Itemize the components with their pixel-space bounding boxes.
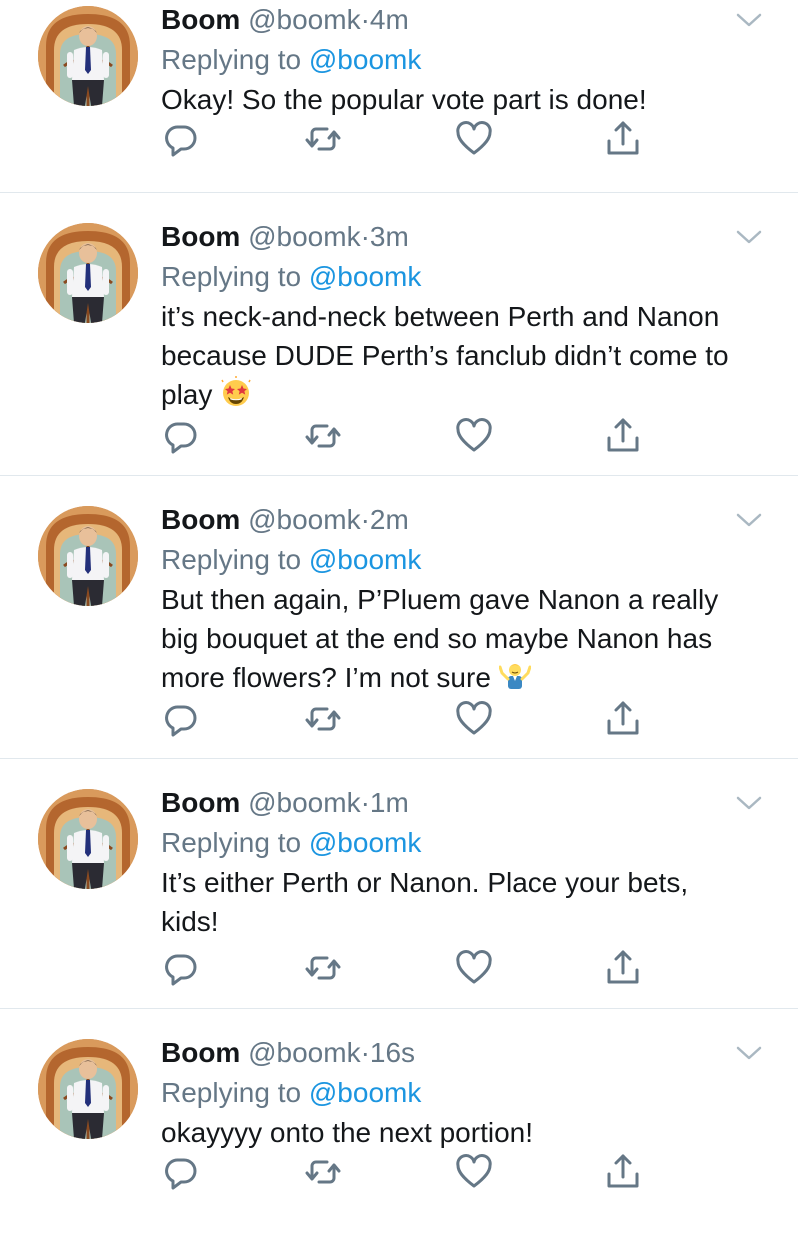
user-handle[interactable]: @boomk	[248, 4, 360, 35]
tweet-content: Boom @boomk·2m Replying to @boomk But th…	[161, 500, 758, 697]
tweet-header: Boom @boomk·2m	[161, 500, 758, 540]
tweet-content: Boom @boomk·4m Replying to @boomk Okay! …	[161, 0, 758, 119]
tweet-actions	[161, 416, 641, 456]
timestamp[interactable]: 2m	[370, 504, 409, 535]
separator-dot: ·	[360, 504, 370, 535]
replying-to: Replying to @boomk	[161, 540, 758, 580]
replying-to-label: Replying to	[161, 827, 302, 858]
user-handle[interactable]: @boomk	[248, 221, 360, 252]
tweet-text-body: It’s either Perth or Nanon. Place your b…	[161, 867, 689, 937]
share-icon[interactable]	[603, 416, 643, 456]
tweet[interactable]: Boom @boomk·1m Replying to @boomk It’s e…	[0, 759, 798, 1009]
replying-to-link[interactable]: @boomk	[309, 44, 421, 75]
reply-icon[interactable]	[161, 699, 201, 739]
reply-icon[interactable]	[161, 119, 201, 159]
tweet-text-body: okayyyy onto the next portion!	[161, 1117, 533, 1148]
tweet-text-body: But then again, P’Pluem gave Nanon a rea…	[161, 584, 719, 693]
avatar[interactable]	[38, 1039, 138, 1139]
man-shrugging-emoji-icon	[499, 659, 531, 691]
share-icon[interactable]	[603, 119, 643, 159]
separator-dot: ·	[360, 787, 370, 818]
tweet-text: Okay! So the popular vote part is done!	[161, 80, 741, 119]
like-icon[interactable]	[454, 119, 494, 159]
like-icon[interactable]	[454, 948, 494, 988]
separator-dot: ·	[360, 4, 370, 35]
share-icon[interactable]	[603, 948, 643, 988]
tweet-header: Boom @boomk·4m	[161, 0, 758, 40]
tweet-text: okayyyy onto the next portion!	[161, 1113, 741, 1152]
user-handle[interactable]: @boomk	[248, 787, 360, 818]
user-handle[interactable]: @boomk	[248, 504, 360, 535]
retweet-icon[interactable]	[303, 119, 343, 159]
replying-to: Replying to @boomk	[161, 257, 758, 297]
tweet-actions	[161, 119, 641, 159]
timestamp[interactable]: 4m	[370, 4, 409, 35]
replying-to-label: Replying to	[161, 544, 302, 575]
replying-to: Replying to @boomk	[161, 40, 758, 80]
user-handle[interactable]: @boomk	[248, 1037, 360, 1068]
replying-to-link[interactable]: @boomk	[309, 827, 421, 858]
tweet-actions	[161, 1152, 641, 1192]
tweet-header: Boom @boomk·1m	[161, 783, 758, 823]
avatar[interactable]	[38, 789, 138, 889]
display-name[interactable]: Boom	[161, 221, 240, 252]
tweet[interactable]: Boom @boomk·4m Replying to @boomk Okay! …	[0, 0, 798, 193]
tweet-content: Boom @boomk·16s Replying to @boomk okayy…	[161, 1033, 758, 1152]
tweet-header: Boom @boomk·3m	[161, 217, 758, 257]
like-icon[interactable]	[454, 699, 494, 739]
tweet-text: it’s neck-and-neck between Perth and Nan…	[161, 297, 741, 414]
timestamp[interactable]: 1m	[370, 787, 409, 818]
timestamp[interactable]: 16s	[370, 1037, 415, 1068]
avatar[interactable]	[38, 6, 138, 106]
tweet-actions	[161, 948, 641, 988]
tweet-content: Boom @boomk·3m Replying to @boomk it’s n…	[161, 217, 758, 414]
retweet-icon[interactable]	[303, 416, 343, 456]
reply-icon[interactable]	[161, 948, 201, 988]
display-name[interactable]: Boom	[161, 787, 240, 818]
replying-to-label: Replying to	[161, 44, 302, 75]
retweet-icon[interactable]	[303, 948, 343, 988]
retweet-icon[interactable]	[303, 699, 343, 739]
avatar[interactable]	[38, 506, 138, 606]
display-name[interactable]: Boom	[161, 504, 240, 535]
display-name[interactable]: Boom	[161, 4, 240, 35]
tweet[interactable]: Boom @boomk·16s Replying to @boomk okayy…	[0, 1009, 798, 1249]
replying-to-link[interactable]: @boomk	[309, 544, 421, 575]
replying-to: Replying to @boomk	[161, 1073, 758, 1113]
replying-to-link[interactable]: @boomk	[309, 1077, 421, 1108]
tweet-header: Boom @boomk·16s	[161, 1033, 758, 1073]
separator-dot: ·	[360, 221, 370, 252]
separator-dot: ·	[360, 1037, 370, 1068]
like-icon[interactable]	[454, 416, 494, 456]
reply-icon[interactable]	[161, 1152, 201, 1192]
replying-to: Replying to @boomk	[161, 823, 758, 863]
timestamp[interactable]: 3m	[370, 221, 409, 252]
reply-icon[interactable]	[161, 416, 201, 456]
like-icon[interactable]	[454, 1152, 494, 1192]
tweet-actions	[161, 699, 641, 739]
tweet-text: It’s either Perth or Nanon. Place your b…	[161, 863, 741, 941]
share-icon[interactable]	[603, 1152, 643, 1192]
avatar[interactable]	[38, 223, 138, 323]
share-icon[interactable]	[603, 699, 643, 739]
replying-to-link[interactable]: @boomk	[309, 261, 421, 292]
tweet[interactable]: Boom @boomk·3m Replying to @boomk it’s n…	[0, 193, 798, 476]
tweet-thread: Boom @boomk·4m Replying to @boomk Okay! …	[0, 0, 798, 1249]
tweet-text-body: Okay! So the popular vote part is done!	[161, 84, 647, 115]
tweet-text: But then again, P’Pluem gave Nanon a rea…	[161, 580, 741, 697]
display-name[interactable]: Boom	[161, 1037, 240, 1068]
replying-to-label: Replying to	[161, 1077, 302, 1108]
retweet-icon[interactable]	[303, 1152, 343, 1192]
replying-to-label: Replying to	[161, 261, 302, 292]
tweet[interactable]: Boom @boomk·2m Replying to @boomk But th…	[0, 476, 798, 759]
star-struck-emoji-icon	[220, 376, 252, 408]
tweet-content: Boom @boomk·1m Replying to @boomk It’s e…	[161, 783, 758, 941]
